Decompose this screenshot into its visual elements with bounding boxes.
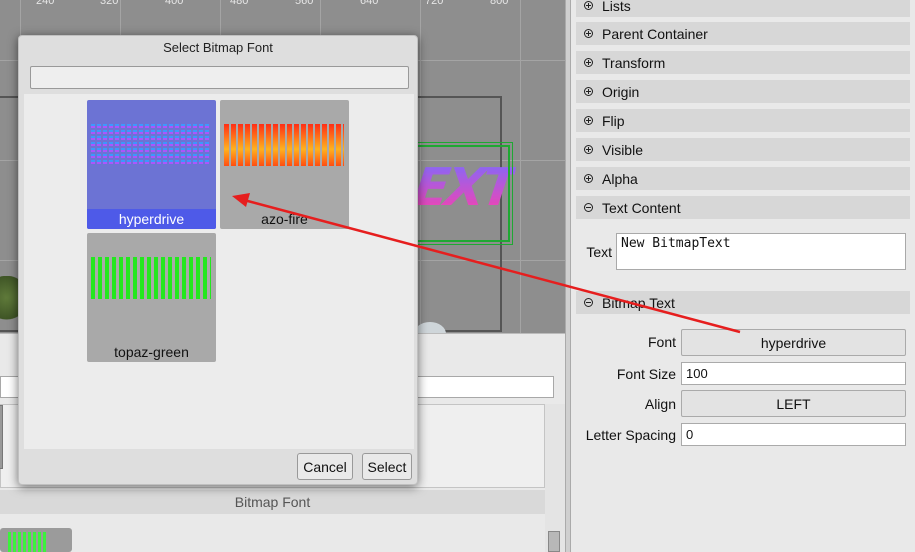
select-bitmap-font-dialog: Select Bitmap Font hyperdrive azo-fire t… [18, 35, 418, 485]
font-preview [91, 257, 211, 299]
font-tile-label: topaz-green [114, 344, 189, 360]
ruler-label: 240 [36, 0, 55, 7]
font-tile-azo-fire[interactable]: azo-fire [220, 100, 349, 229]
section-title: Bitmap Text [602, 294, 675, 311]
font-preview [224, 124, 344, 166]
section-title: Text Content [602, 199, 681, 216]
ruler-label: 400 [165, 0, 184, 7]
selection-gizmo[interactable] [409, 142, 513, 245]
expand-icon [584, 29, 593, 38]
section-parent-container[interactable]: Parent Container [576, 22, 910, 45]
font-tile-label: azo-fire [261, 211, 308, 227]
expand-icon [584, 87, 593, 96]
grid-line [520, 0, 521, 333]
collapse-icon [584, 298, 593, 307]
section-bitmap-text[interactable]: Bitmap Text [576, 291, 910, 314]
font-select-button[interactable]: hyperdrive [681, 329, 906, 356]
cancel-button[interactable]: Cancel [297, 453, 353, 480]
collapse-icon [584, 203, 593, 212]
align-label: Align [644, 396, 676, 412]
dialog-title: Select Bitmap Font [163, 40, 273, 55]
align-button[interactable]: LEFT [681, 390, 906, 417]
text-content-field[interactable] [616, 233, 906, 270]
section-lists[interactable]: Lists [576, 0, 910, 17]
letter-spacing-field[interactable] [681, 423, 906, 446]
section-title: Flip [602, 112, 625, 129]
section-title: Origin [602, 83, 640, 100]
section-origin[interactable]: Origin [576, 80, 910, 103]
ruler-label: 720 [425, 0, 444, 7]
section-title: Transform [602, 54, 666, 71]
section-title: Parent Container [602, 25, 708, 42]
ruler-label: 320 [100, 0, 119, 7]
font-size-field[interactable] [681, 362, 906, 385]
font-label: Font [647, 334, 676, 350]
ruler-label: 560 [295, 0, 314, 7]
section-transform[interactable]: Transform [576, 51, 910, 74]
expand-icon [584, 145, 593, 154]
select-button[interactable]: Select [362, 453, 412, 480]
font-tile-label: hyperdrive [87, 209, 216, 229]
font-size-label: Font Size [616, 366, 676, 382]
section-title: Lists [602, 0, 631, 14]
ruler-label: 640 [360, 0, 379, 7]
expand-icon [584, 1, 593, 10]
ruler-label: 480 [230, 0, 249, 7]
font-preview [91, 124, 211, 166]
expand-icon [584, 116, 593, 125]
blocks-scrollbar[interactable] [545, 404, 565, 552]
block-card[interactable] [0, 405, 3, 469]
section-alpha[interactable]: Alpha [576, 167, 910, 190]
blocks-section-label: Bitmap Font [0, 490, 545, 514]
ruler-label: 800 [490, 0, 509, 7]
section-title: Visible [602, 141, 643, 158]
font-search-input[interactable] [30, 66, 409, 89]
expand-icon [584, 58, 593, 67]
text-label: Text [586, 244, 612, 260]
letter-spacing-label: Letter Spacing [585, 427, 676, 443]
section-text-content[interactable]: Text Content [576, 196, 910, 219]
section-visible[interactable]: Visible [576, 138, 910, 161]
section-flip[interactable]: Flip [576, 109, 910, 132]
font-preview [8, 532, 48, 552]
bitmap-font-block[interactable] [0, 528, 72, 552]
scrollbar-thumb[interactable] [548, 531, 560, 552]
font-list: hyperdrive azo-fire topaz-green [24, 94, 414, 449]
font-tile-topaz-green[interactable]: topaz-green [87, 233, 216, 362]
expand-icon [584, 174, 593, 183]
section-title: Alpha [602, 170, 638, 187]
font-tile-hyperdrive[interactable]: hyperdrive [87, 100, 216, 229]
